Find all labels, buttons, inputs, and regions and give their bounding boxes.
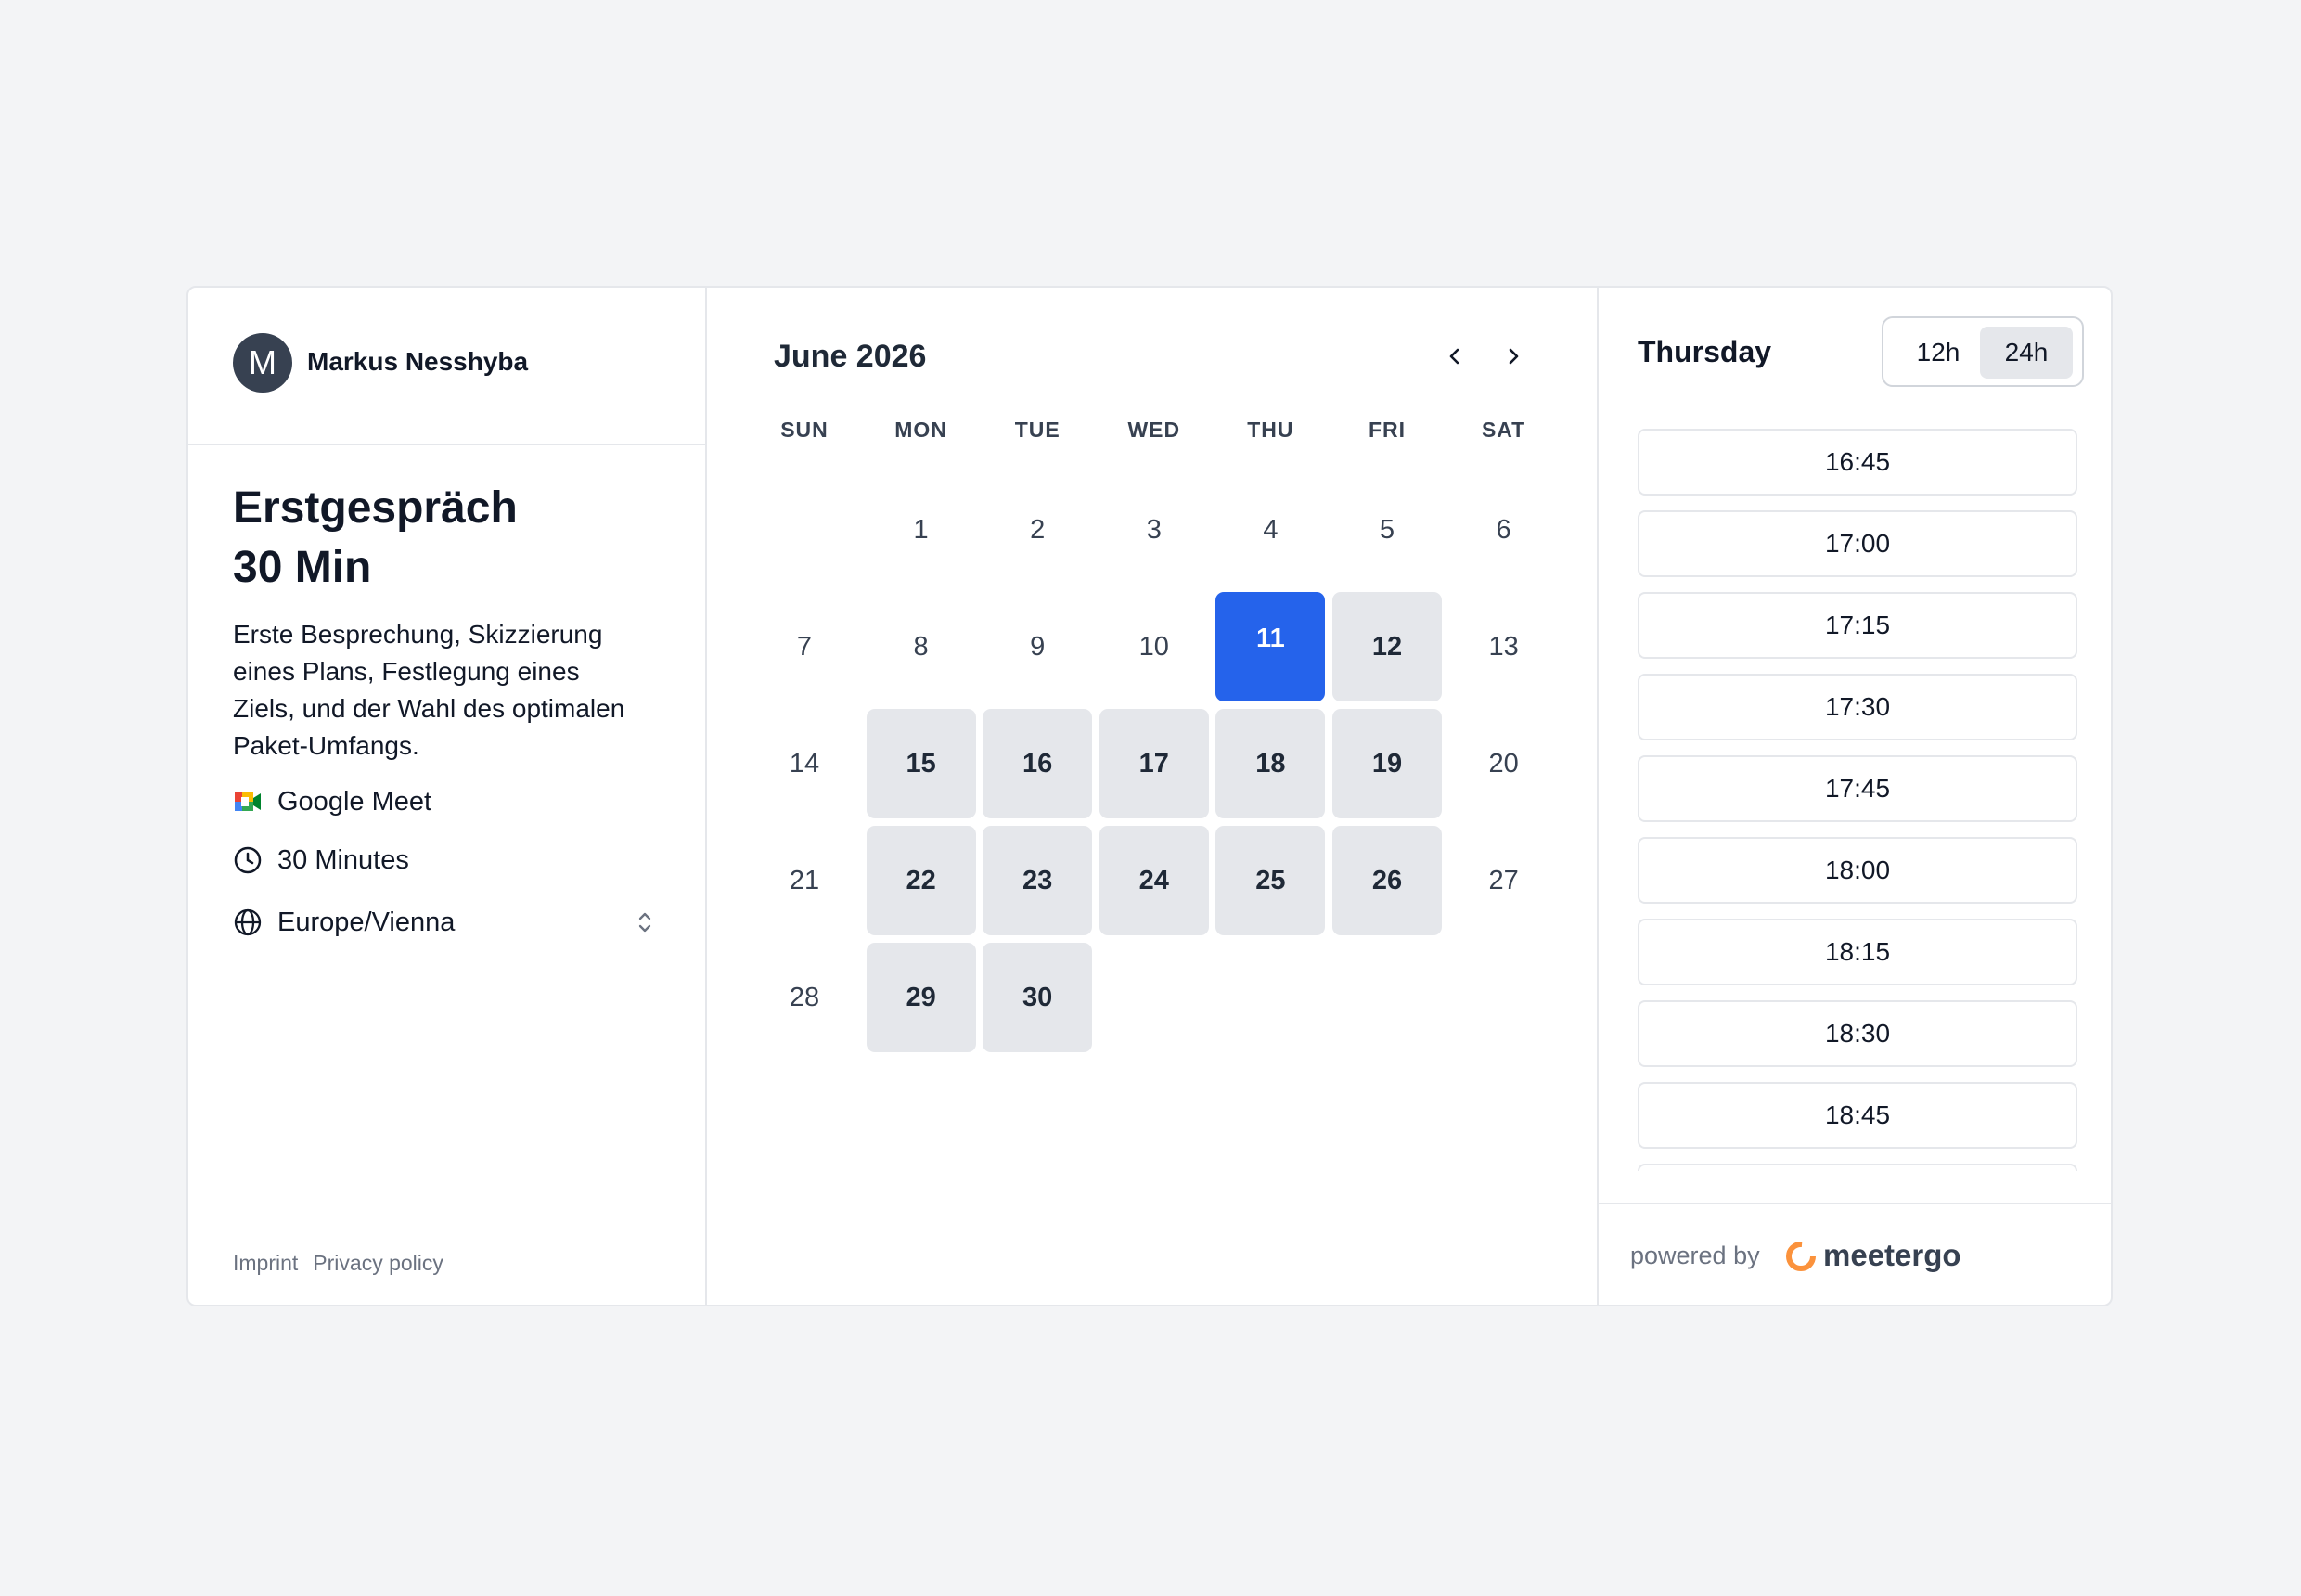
next-month-button[interactable] [1493, 336, 1534, 377]
calendar-day[interactable]: 24 [1099, 826, 1209, 935]
duration-row: 30 Minutes [233, 842, 660, 879]
time-slot-button[interactable]: 17:15 [1638, 592, 2077, 659]
calendar-day-selected[interactable]: 11 [1215, 592, 1326, 701]
calendar-day[interactable]: 29 [866, 943, 976, 1052]
time-slot-button[interactable]: 18:45 [1638, 1082, 2077, 1149]
event-info-panel: M Markus Nesshyba Erstgespräch 30 Min Er… [188, 288, 707, 1305]
location-label: Google Meet [277, 786, 432, 817]
calendar-day[interactable]: 12 [1332, 592, 1442, 701]
time-format-toggle: 12h 24h [1882, 316, 2084, 387]
selected-day-name: Thursday [1638, 335, 1772, 368]
legal-links: Imprint Privacy policy [233, 1251, 443, 1276]
calendar-day: 3 [1146, 515, 1162, 545]
weekday-fri: FRI [1368, 418, 1407, 442]
format-12h-option[interactable]: 12h [1895, 327, 1982, 379]
timezone-selector[interactable]: Europe/Vienna [233, 904, 660, 941]
event-description: Erste Besprechung, Skizzierung eines Pla… [233, 620, 625, 760]
host-header: M Markus Nesshyba [188, 288, 705, 445]
google-meet-icon [233, 787, 263, 817]
powered-by-label: powered by [1630, 1242, 1760, 1269]
calendar-day[interactable]: 26 [1332, 826, 1442, 935]
meetergo-logo-icon [1784, 1240, 1818, 1273]
calendar-day: 28 [789, 983, 820, 1012]
time-slot-button[interactable]: 17:00 [1638, 510, 2077, 577]
weekday-mon: MON [894, 418, 947, 442]
calendar-day: 13 [1488, 632, 1519, 662]
calendar-panel: June 2026 SUN MON TUE WED THU FRI SAT 12345678… [707, 288, 1599, 1305]
time-slot-list[interactable]: 16:45 17:00 17:15 17:30 17:45 18:00 18:15 18:30… [1638, 429, 2077, 1171]
duration-label: 30 Minutes [277, 844, 409, 875]
time-slot-button[interactable]: 18:00 [1638, 837, 2077, 904]
time-slots-panel: Thursday 12h 24h 16:45 17:00 17:15 17:30 17:… [1599, 288, 2111, 1305]
calendar-day: 9 [1030, 632, 1046, 662]
powered-by-footer: powered by meetergo [1599, 1203, 2111, 1305]
calendar-day: 4 [1263, 515, 1279, 545]
calendar-day[interactable]: 19 [1332, 709, 1442, 818]
calendar-day[interactable]: 16 [983, 709, 1093, 818]
calendar-day[interactable]: 23 [983, 826, 1093, 935]
globe-icon [233, 907, 263, 937]
event-title: Erstgespräch 30 Min [233, 479, 660, 598]
calendar-day: 27 [1488, 866, 1519, 895]
chevron-right-icon [1509, 348, 1519, 365]
calendar-day: 1 [913, 515, 929, 545]
calendar-day[interactable]: 18 [1215, 709, 1326, 818]
previous-month-button[interactable] [1434, 336, 1475, 377]
time-slot-button[interactable]: 18:15 [1638, 919, 2077, 985]
time-slot-button[interactable]: 17:45 [1638, 755, 2077, 822]
privacy-policy-link[interactable]: Privacy policy [313, 1251, 443, 1276]
month-label: June 2026 [774, 339, 927, 374]
event-title-line2: 30 Min [233, 543, 372, 592]
calendar-day: 5 [1379, 515, 1395, 545]
time-slot-button[interactable]: 18:30 [1638, 1000, 2077, 1067]
calendar-day: 8 [913, 632, 929, 662]
weekday-wed: WED [1127, 418, 1181, 442]
calendar-day: 10 [1138, 632, 1169, 662]
weekday-sun: SUN [780, 418, 829, 442]
calendar-day[interactable]: 30 [983, 943, 1093, 1052]
calendar-day[interactable]: 25 [1215, 826, 1326, 935]
location-row: Google Meet [233, 783, 660, 820]
time-slot-button[interactable]: 17:30 [1638, 674, 2077, 740]
event-title-line1: Erstgespräch [233, 483, 518, 533]
avatar: M [233, 333, 292, 393]
imprint-link[interactable]: Imprint [233, 1251, 298, 1276]
calendar-day: 6 [1496, 515, 1511, 545]
clock-icon [233, 845, 263, 875]
brand-name[interactable]: meetergo [1823, 1238, 1961, 1273]
calendar-day: 7 [796, 632, 813, 662]
calendar-day[interactable]: 15 [866, 709, 976, 818]
calendar-day: 2 [1030, 515, 1046, 545]
host-name: Markus Nesshyba [307, 347, 529, 376]
calendar-day: 20 [1488, 749, 1519, 779]
timezone-label: Europe/Vienna [277, 907, 456, 937]
calendar-day[interactable]: 17 [1099, 709, 1209, 818]
weekday-tue: TUE [1014, 418, 1061, 442]
booking-card: M Markus Nesshyba Erstgespräch 30 Min Er… [186, 286, 2113, 1306]
time-slot-button[interactable] [1638, 1164, 2077, 1171]
format-24h-option[interactable]: 24h [1980, 327, 2073, 379]
chevron-up-down-icon[interactable] [630, 907, 660, 937]
chevron-left-icon [1449, 348, 1459, 365]
calendar-day[interactable]: 22 [866, 826, 976, 935]
calendar-day: 21 [789, 866, 820, 895]
weekday-thu: THU [1247, 418, 1294, 442]
calendar-day: 14 [789, 749, 820, 779]
weekday-sat: SAT [1481, 418, 1526, 442]
time-slot-button[interactable]: 16:45 [1638, 429, 2077, 496]
